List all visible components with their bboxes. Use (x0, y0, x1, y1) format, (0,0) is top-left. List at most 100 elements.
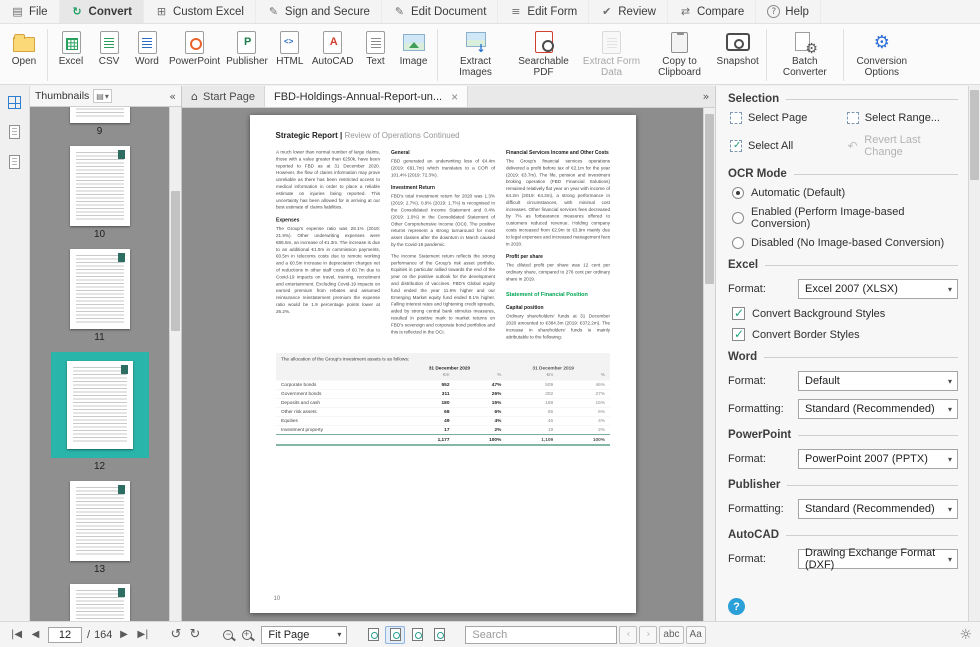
select-all-icon (730, 140, 742, 152)
searchable-pdf-button[interactable]: Searchable PDF (510, 27, 578, 80)
thumbnail-page-9[interactable]: 9 (70, 107, 130, 137)
select-page-button[interactable]: Select Page (730, 112, 847, 124)
caret-down-icon: ▾ (105, 92, 109, 101)
app-tab-help[interactable]: ?Help (756, 0, 821, 23)
ocr-automatic-radio[interactable]: Automatic (Default) (732, 187, 958, 199)
view-mode-facing-button[interactable] (407, 626, 427, 644)
image-icon (401, 29, 427, 55)
page-number-input[interactable] (48, 627, 82, 643)
search-previous-button[interactable]: ‹ (619, 626, 637, 644)
table-row: Corporate bonds55247%50946% (276, 381, 610, 390)
clipboard-icon (667, 29, 693, 55)
page-divider: / (87, 629, 90, 641)
convert-image-button[interactable]: Image (395, 27, 433, 69)
conversion-options-button[interactable]: Conversion Options (848, 27, 916, 80)
word-format-dropdown[interactable]: Default▾ (798, 371, 958, 391)
batch-converter-button[interactable]: Batch Converter (771, 27, 839, 80)
convert-background-styles-checkbox[interactable]: Convert Background Styles (732, 307, 958, 320)
copy-to-clipboard-button[interactable]: Copy to Clipboard (646, 27, 714, 80)
rotate-ccw-button[interactable]: ↺ (167, 626, 184, 644)
gear-icon (869, 29, 895, 55)
convert-border-styles-checkbox[interactable]: Convert Border Styles (732, 328, 958, 341)
next-page-button[interactable]: ▶ (115, 626, 132, 644)
search-next-button[interactable]: › (639, 626, 657, 644)
theme-toggle-icon[interactable]: ☼ (959, 627, 972, 643)
match-case-button[interactable]: Aa (686, 626, 706, 644)
open-button[interactable]: Open (5, 27, 43, 69)
ocr-enabled-radio[interactable]: Enabled (Perform Image-based Conversion) (732, 206, 958, 230)
scrollbar-thumb[interactable] (970, 90, 979, 180)
view-mode-single-button[interactable] (363, 626, 383, 644)
zoom-in-button[interactable] (238, 626, 255, 644)
collapse-panel-button[interactable]: « (169, 90, 176, 103)
button-label: Word (135, 56, 159, 67)
checkbox-checked-icon (732, 307, 745, 320)
pages-panel-icon[interactable] (9, 125, 20, 139)
document-scrollbar[interactable] (703, 108, 715, 621)
bookmarks-panel-icon[interactable] (9, 155, 20, 169)
publisher-formatting-dropdown[interactable]: Standard (Recommended)▾ (798, 499, 958, 519)
zoom-out-button[interactable] (219, 626, 236, 644)
rotate-cw-button[interactable]: ↻ (186, 626, 203, 644)
thumbnail-page-11[interactable]: 11 (70, 249, 130, 343)
select-all-button[interactable]: Select All (730, 134, 847, 158)
chevron-down-icon: ▾ (948, 455, 952, 464)
thumbnail-page-12-selected[interactable]: 12 (51, 352, 149, 472)
select-range-button[interactable]: Select Range... (847, 112, 958, 124)
convert-excel-button[interactable]: Excel (52, 27, 90, 69)
search-input[interactable] (465, 626, 617, 644)
thumbnails-menu-button[interactable]: ▤▾ (93, 89, 112, 103)
convert-powerpoint-button[interactable]: PowerPoint (166, 27, 223, 69)
pdf-page[interactable]: Strategic Report | Review of Operations … (250, 115, 636, 613)
zoom-level-dropdown[interactable]: Fit Page▾ (261, 626, 347, 644)
thumbnails-header: Thumbnails ▤▾ « (30, 86, 181, 107)
view-mode-continuous-button[interactable] (385, 626, 405, 644)
convert-autocad-button[interactable]: AutoCAD (309, 27, 357, 69)
excel-format-row: Format: Excel 2007 (XLSX)▾ (728, 279, 958, 299)
app-tab-edit-document[interactable]: ✎Edit Document (382, 0, 498, 23)
app-tab-edit-form[interactable]: ≡Edit Form (498, 0, 589, 23)
app-tab-file[interactable]: ▤File (0, 0, 60, 23)
thumbnail-page-partial[interactable] (70, 584, 130, 621)
app-tab-review[interactable]: ✔Review (589, 0, 668, 23)
autocad-format-row: Format: Drawing Exchange Format (DXF)▾ (728, 549, 958, 569)
help-button[interactable]: ? (728, 598, 745, 615)
app-tab-compare[interactable]: ⇄Compare (668, 0, 756, 23)
convert-html-button[interactable]: HTML (271, 27, 309, 69)
match-whole-word-button[interactable]: abc (659, 626, 683, 644)
word-formatting-dropdown[interactable]: Standard (Recommended)▾ (798, 399, 958, 419)
app-tab-sign-and-secure[interactable]: ✎Sign and Secure (256, 0, 382, 23)
thumbnail-page-13[interactable]: 13 (70, 481, 130, 575)
snapshot-button[interactable]: Snapshot (714, 27, 762, 69)
thumbnail-page-number: 10 (94, 229, 105, 240)
extract-images-button[interactable]: Extract Images (442, 27, 510, 80)
thumbnail-page-10[interactable]: 10 (70, 146, 130, 240)
scrollbar-thumb[interactable] (705, 114, 714, 284)
convert-text-button[interactable]: Text (357, 27, 395, 69)
panel-scrollbar[interactable] (968, 86, 980, 621)
convert-word-button[interactable]: Word (128, 27, 166, 69)
previous-page-button[interactable]: ◀ (27, 626, 44, 644)
close-icon[interactable]: × (451, 90, 458, 104)
convert-csv-button[interactable]: CSV (90, 27, 128, 69)
thumbnails-scrollbar[interactable] (169, 107, 181, 621)
tab-document[interactable]: FBD-Holdings-Annual-Report-un...× (265, 86, 468, 107)
app-tab-custom-excel[interactable]: ⊞Custom Excel (144, 0, 256, 23)
excel-format-dropdown[interactable]: Excel 2007 (XLSX)▾ (798, 279, 958, 299)
tab-start-page[interactable]: ⌂Start Page (182, 86, 265, 107)
thumbnails-panel-icon[interactable] (8, 96, 21, 109)
app-tab-label: Sign and Secure (285, 6, 370, 18)
view-mode-book-button[interactable] (429, 626, 449, 644)
scrollbar-thumb[interactable] (171, 191, 180, 331)
autocad-format-dropdown[interactable]: Drawing Exchange Format (DXF)▾ (798, 549, 958, 569)
app-tab-convert[interactable]: ↻Convert (60, 0, 144, 23)
powerpoint-format-dropdown[interactable]: PowerPoint 2007 (PPTX)▾ (798, 449, 958, 469)
first-page-button[interactable]: |◀ (8, 626, 25, 644)
expand-panel-button[interactable]: » (697, 86, 715, 107)
convert-publisher-button[interactable]: Publisher (223, 27, 271, 69)
menu-icon: ▤ (96, 92, 104, 101)
paragraph-title: Financial Services Income and Other Cost… (506, 149, 610, 157)
last-page-button[interactable]: ▶| (134, 626, 151, 644)
thumbnail-page-number: 9 (97, 126, 103, 137)
ocr-disabled-radio[interactable]: Disabled (No Image-based Conversion) (732, 237, 958, 249)
